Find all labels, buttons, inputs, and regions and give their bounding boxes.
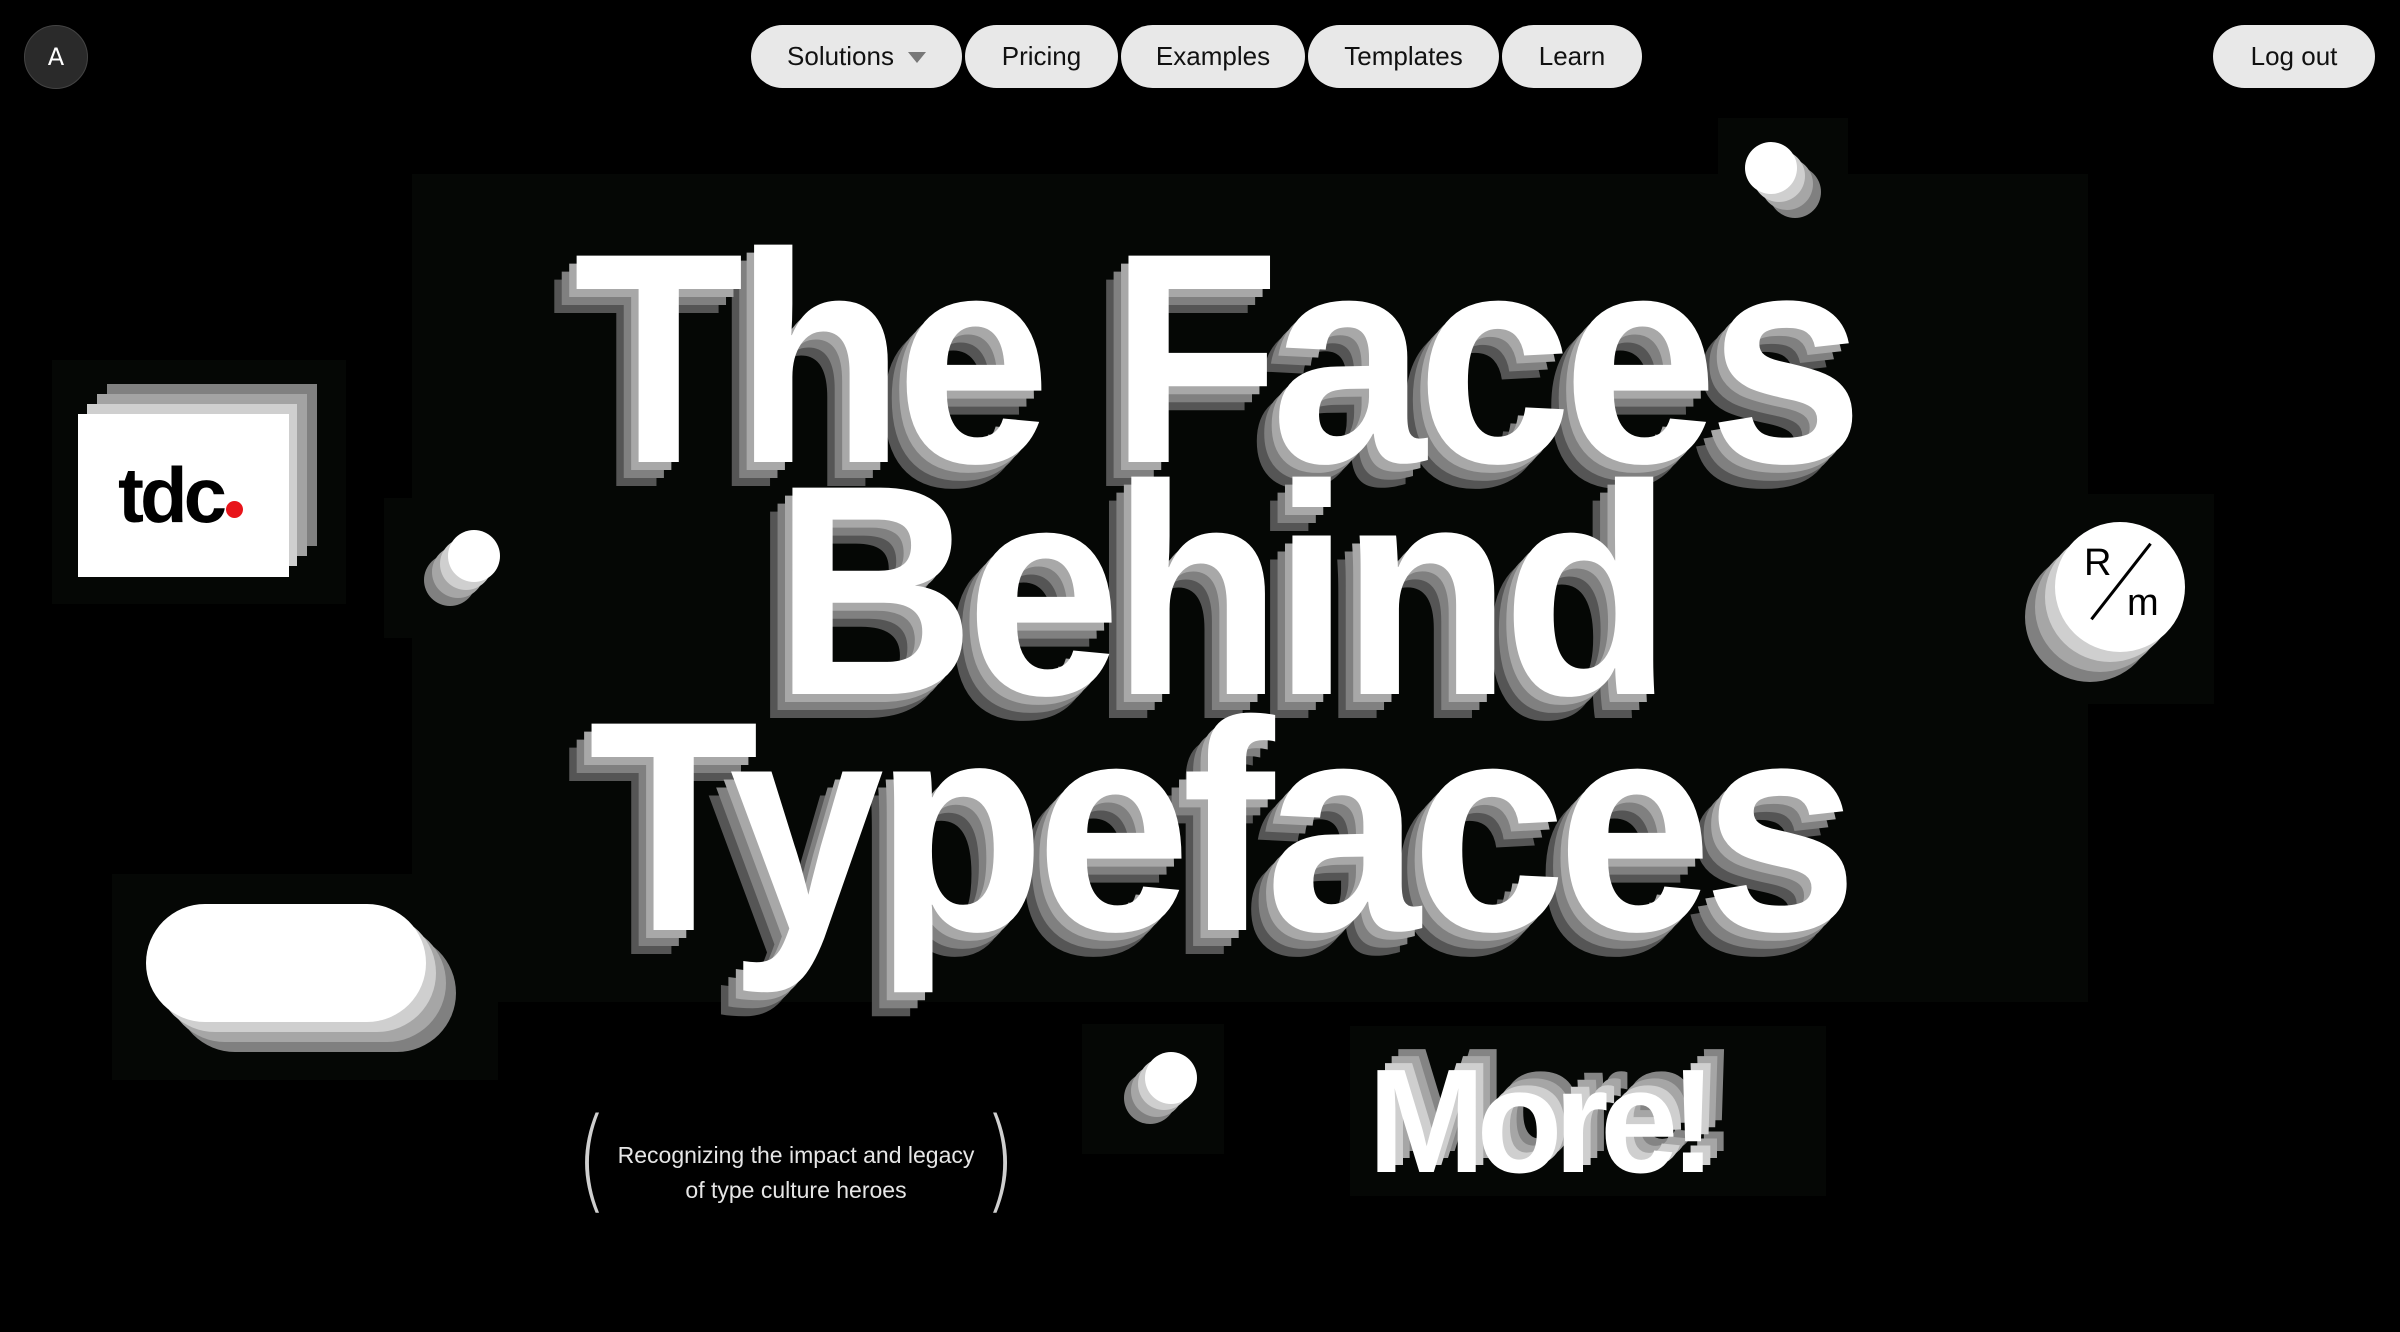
hero-subtitle: ( Recognizing the impact and legacy of t… [577, 1095, 1016, 1228]
user-avatar[interactable]: A [24, 25, 88, 89]
nav-templates-label: Templates [1344, 41, 1463, 71]
nav-learn[interactable]: Learn [1502, 25, 1642, 88]
tdc-logo-card: tdc [78, 380, 318, 580]
capsule-shape-1 [1745, 142, 1825, 222]
capsule-shape-2 [424, 530, 504, 610]
nav-solutions[interactable]: Solutions [751, 25, 962, 88]
tdc-logo-text: tdc [118, 451, 227, 539]
tdc-card-face: tdc [78, 414, 289, 577]
close-paren: ) [984, 1095, 1016, 1225]
nav-solutions-label: Solutions [787, 41, 894, 71]
tdc-red-dot-icon [226, 501, 243, 518]
logout-button[interactable]: Log out [2213, 25, 2375, 88]
nav-examples-label: Examples [1155, 41, 1271, 71]
rm-badge: R m [2025, 522, 2185, 682]
more-link[interactable]: More! [1368, 1048, 1717, 1196]
main-nav: Solutions Pricing Examples Templates Lea… [751, 25, 1642, 88]
rm-letter-r: R [2084, 542, 2112, 584]
logout-label: Log out [2250, 41, 2338, 71]
nav-templates[interactable]: Templates [1308, 25, 1499, 88]
caret-down-icon [907, 52, 926, 63]
nav-pricing-label: Pricing [1001, 41, 1082, 71]
subtitle-text: Recognizing the impact and legacy of typ… [578, 1138, 1014, 1208]
big-pill-face [146, 904, 426, 1022]
capsule-shape-3 [1124, 1052, 1204, 1132]
subtitle-line-2: of type culture heroes [685, 1177, 907, 1203]
big-pill-shape [146, 904, 466, 1054]
rm-letter-m: m [2127, 582, 2159, 624]
nav-pricing[interactable]: Pricing [965, 25, 1118, 88]
subtitle-line-1: Recognizing the impact and legacy [617, 1142, 975, 1168]
capsule-1-face [1745, 142, 1797, 194]
capsule-3-face [1145, 1052, 1197, 1104]
rm-badge-face: R m [2055, 522, 2185, 652]
capsule-2-face [448, 530, 500, 582]
nav-examples[interactable]: Examples [1121, 25, 1305, 88]
nav-learn-label: Learn [1538, 41, 1606, 71]
